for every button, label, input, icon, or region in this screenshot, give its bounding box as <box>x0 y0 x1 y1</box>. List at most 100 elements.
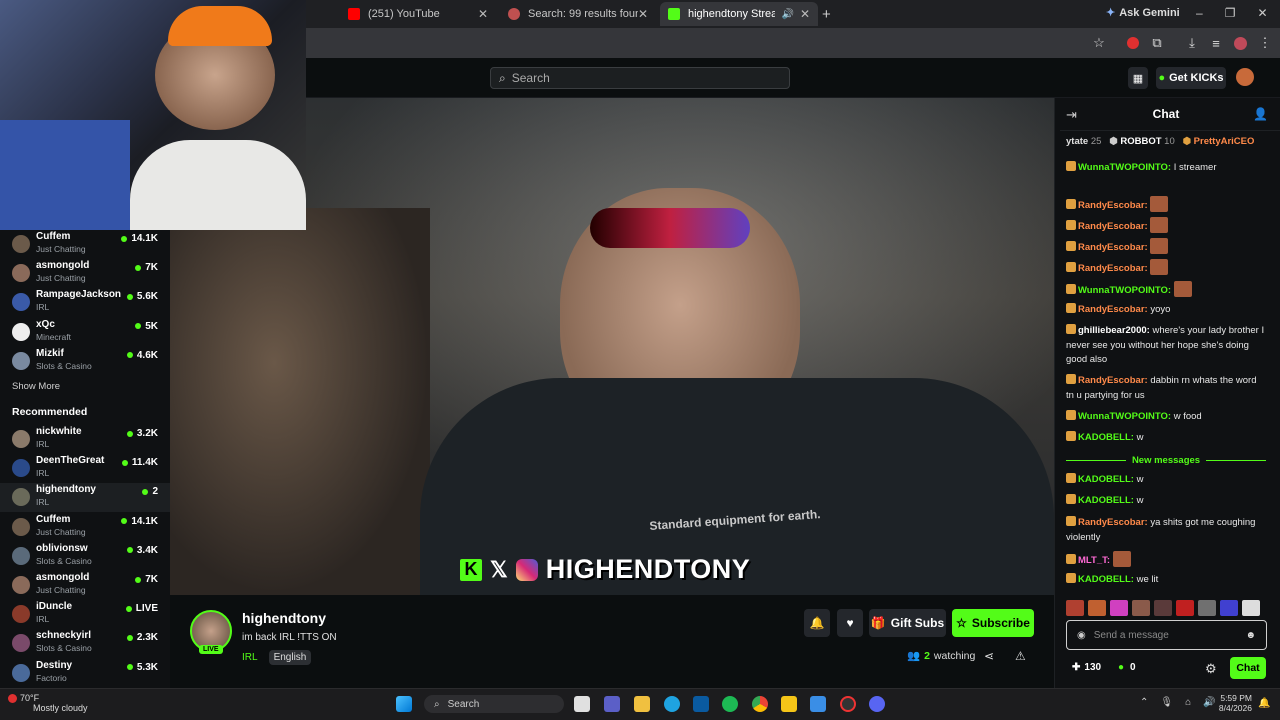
chat-username[interactable]: WunnaTWOPOINTO <box>1078 162 1168 173</box>
sidebar-channel-asmongold[interactable]: asmongold Just Chatting 7K <box>0 571 170 600</box>
tab-youtube[interactable]: (251) YouTube ✕ <box>340 2 496 26</box>
gifter-1[interactable]: ytate 25 <box>1066 136 1101 147</box>
emote[interactable] <box>1198 600 1216 616</box>
chat-username[interactable]: RandyEscobar <box>1078 263 1145 274</box>
reading-list-icon[interactable]: ≡ <box>1207 34 1225 52</box>
chat-username[interactable]: WunnaTWOPOINTO <box>1078 411 1168 422</box>
chat-username[interactable]: RandyEscobar <box>1078 200 1145 211</box>
notifications-icon[interactable]: 🔔 <box>1258 698 1270 709</box>
search-input[interactable]: ⌕ Search <box>490 67 790 89</box>
taskbar-search[interactable]: ⌕ Search <box>424 695 564 713</box>
chat-username[interactable]: RandyEscobar <box>1078 242 1145 253</box>
gift-subs-button[interactable]: 🎁 Gift Subs <box>869 609 946 637</box>
category-tag[interactable]: IRL <box>242 650 263 665</box>
clock[interactable]: 5:59 PM 8/4/2026 <box>1212 693 1252 713</box>
sidebar-channel-iduncle[interactable]: iDuncle IRL LIVE <box>0 600 170 629</box>
teams-icon[interactable] <box>604 696 620 712</box>
chat-username[interactable]: KADOBELL <box>1078 474 1131 485</box>
minimize-icon[interactable]: – <box>1196 6 1203 20</box>
sidebar-channel-deenthegreat[interactable]: DeenTheGreat IRL 11.4K <box>0 454 170 483</box>
sidebar-channel-highendtony[interactable]: highendtony IRL 2 <box>0 483 170 513</box>
chat-username[interactable]: KADOBELL <box>1078 495 1131 506</box>
weather-widget[interactable]: 70°F Mostly cloudy <box>8 693 88 713</box>
chat-username[interactable]: RandyEscobar <box>1078 304 1145 315</box>
sidebar-channel-rampagejackson[interactable]: RampageJackson IRL 5.6K <box>0 288 170 317</box>
obs-icon[interactable] <box>840 696 856 712</box>
chat-username[interactable]: ghilliebear2000 <box>1078 325 1147 336</box>
tab-search[interactable]: Search: 99 results found for "pr ✕ <box>500 2 656 26</box>
close-icon[interactable]: ✕ <box>478 7 488 21</box>
sidebar-channel-cuffem[interactable]: Cuffem Just Chatting 14.1K <box>0 230 170 259</box>
extension-icon[interactable] <box>1124 34 1142 52</box>
task-view-icon[interactable] <box>574 696 590 712</box>
emote[interactable] <box>1132 600 1150 616</box>
chat-username[interactable]: RandyEscobar <box>1078 221 1145 232</box>
layout-icon[interactable]: ▦ <box>1128 67 1148 89</box>
emoji-icon[interactable]: ☻ <box>1245 630 1256 641</box>
chat-username[interactable]: KADOBELL <box>1078 574 1131 585</box>
chat-input[interactable]: ◉ Send a message ☻ <box>1066 620 1267 650</box>
emote[interactable] <box>1110 600 1128 616</box>
chrome-icon[interactable] <box>752 696 768 712</box>
collapse-chat-icon[interactable]: ⇥ <box>1066 107 1077 123</box>
language-tag[interactable]: English <box>268 650 312 665</box>
maximize-icon[interactable]: ❐ <box>1225 6 1236 20</box>
spotify-icon[interactable] <box>722 696 738 712</box>
chat-username[interactable]: RandyEscobar <box>1078 375 1145 386</box>
user-avatar[interactable] <box>1236 68 1254 86</box>
sidebar-channel-nickwhite[interactable]: nickwhite IRL 3.2K <box>0 425 170 454</box>
tab-kick[interactable]: highendtony Stream - Watc 🔊 ✕ <box>660 2 818 26</box>
file-explorer-icon[interactable] <box>634 696 650 712</box>
chat-send-button[interactable]: Chat <box>1230 657 1266 679</box>
get-kicks-button[interactable]: ● Get KICKs <box>1156 67 1226 89</box>
streamer-name[interactable]: highendtony <box>242 610 326 626</box>
ask-gemini-button[interactable]: ✦ Ask Gemini <box>1106 6 1180 20</box>
emote[interactable] <box>1176 600 1194 616</box>
emote[interactable] <box>1220 600 1238 616</box>
network-icon[interactable]: ⌂ <box>1185 697 1191 708</box>
chat-username[interactable]: WunnaTWOPOINTO <box>1078 285 1168 296</box>
bookmark-star-icon[interactable]: ☆ <box>1090 34 1108 52</box>
emote[interactable] <box>1242 600 1260 616</box>
emote[interactable] <box>1154 600 1172 616</box>
speaker-icon[interactable]: 🔊 <box>781 9 793 20</box>
menu-icon[interactable]: ⋮ <box>1256 34 1274 52</box>
subscribe-button[interactable]: ☆ Subscribe <box>952 609 1034 637</box>
extensions-puzzle-icon[interactable]: ⧉ <box>1148 34 1166 52</box>
chat-username[interactable]: KADOBELL <box>1078 432 1131 443</box>
new-tab-icon[interactable]: + <box>822 6 831 23</box>
report-icon[interactable]: ⚠ <box>1015 649 1026 663</box>
chat-users-icon[interactable]: 👤 <box>1253 107 1268 121</box>
sidebar-channel-schneckyirl[interactable]: schneckyirl Slots & Casino 2.3K <box>0 629 170 658</box>
app-icon[interactable] <box>781 696 797 712</box>
sidebar-channel-oblivionsw[interactable]: oblivionsw Slots & Casino 3.4K <box>0 542 170 571</box>
emote[interactable] <box>1066 600 1084 616</box>
edge-icon[interactable] <box>664 696 680 712</box>
chat-username[interactable]: MLT_T <box>1078 555 1107 566</box>
show-more-link[interactable]: Show More <box>12 381 60 392</box>
follow-button[interactable]: ♥ <box>837 609 863 637</box>
microphone-icon[interactable]: 🎙 <box>1160 697 1173 708</box>
sidebar-channel-xqc[interactable]: xQc Minecraft 5K <box>0 318 170 347</box>
windows-start-icon[interactable] <box>396 696 412 712</box>
sidebar-channel-mizkif[interactable]: Mizkif Slots & Casino 4.6K <box>0 347 170 376</box>
gifter-2[interactable]: ⬢ ROBBOT 10 <box>1109 136 1174 147</box>
discord-icon[interactable] <box>869 696 885 712</box>
chevron-up-icon[interactable]: ⌃ <box>1140 697 1148 708</box>
gear-icon[interactable]: ⚙ <box>1205 661 1217 677</box>
download-icon[interactable]: ⤓ <box>1183 34 1201 52</box>
close-icon[interactable]: ✕ <box>800 7 810 21</box>
close-window-icon[interactable]: ✕ <box>1257 6 1267 20</box>
chat-username[interactable]: RandyEscobar <box>1078 517 1145 528</box>
sidebar-channel-asmongold[interactable]: asmongold Just Chatting 7K <box>0 259 170 288</box>
notification-bell-button[interactable]: 🔔 <box>804 609 830 637</box>
store-icon[interactable] <box>693 696 709 712</box>
profile-avatar[interactable] <box>1231 34 1249 52</box>
close-icon[interactable]: ✕ <box>638 7 648 21</box>
share-icon[interactable]: ⋖ <box>984 649 994 663</box>
channel-points[interactable]: ✚ 130 <box>1072 662 1101 673</box>
sidebar-channel-destiny[interactable]: Destiny Factorio 5.3K <box>0 659 170 688</box>
emote[interactable] <box>1088 600 1106 616</box>
sidebar-channel-cuffem[interactable]: Cuffem Just Chatting 14.1K <box>0 513 170 542</box>
gifter-3[interactable]: ⬢ PrettyAriCEO <box>1183 136 1255 147</box>
